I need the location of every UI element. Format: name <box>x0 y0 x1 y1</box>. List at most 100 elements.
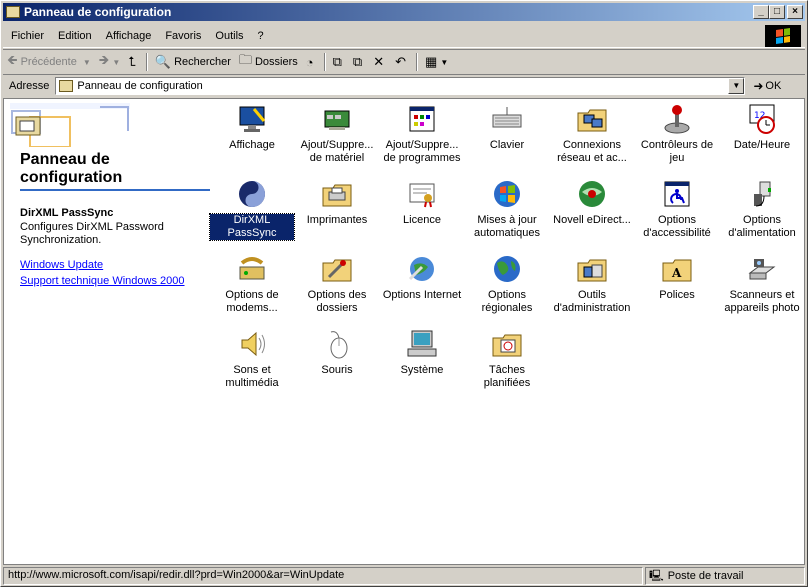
yinyang-icon <box>239 181 265 207</box>
control-panel-icon <box>6 6 20 18</box>
control-panel-item-label: Novell eDirect... <box>553 214 631 226</box>
content-area: Panneau de configuration DirXML PassSync… <box>3 98 805 565</box>
control-panel-item-label: Système <box>400 364 444 376</box>
support-link[interactable]: Support technique Windows 2000 <box>20 275 185 287</box>
folders-icon: 🗀 <box>238 52 252 67</box>
display-icon <box>239 106 266 132</box>
control-panel-item[interactable]: Imprimantes <box>295 174 379 227</box>
control-panel-item[interactable]: Sons et multimédia <box>210 324 294 390</box>
go-arrow-icon: ➜ <box>753 79 764 93</box>
control-panel-item-label: Affichage <box>229 139 275 151</box>
delete-button[interactable]: ✕ <box>369 51 391 73</box>
control-panel-item[interactable]: DirXML PassSync <box>209 174 295 241</box>
status-bar: http://www.microsoft.com/isapi/redir.dll… <box>3 567 805 585</box>
address-dropdown-icon[interactable]: ▼ <box>728 78 745 94</box>
minimize-button[interactable]: _ <box>753 5 769 19</box>
folders-button[interactable]: 🗀 Dossiers <box>235 51 302 73</box>
control-panel-item[interactable]: Mises à jour automatiques <box>465 174 549 240</box>
scanner-icon <box>748 259 776 280</box>
control-panel-item[interactable]: Scanneurs et appareils photo <box>720 249 804 315</box>
views-icon: ▦ <box>425 54 438 69</box>
control-panel-item[interactable]: Options des dossiers <box>295 249 379 315</box>
selected-item-name: DirXML PassSync <box>20 207 114 219</box>
control-panel-item-label: Sons et multimédia <box>225 364 279 389</box>
views-button[interactable]: ▦ ▼ <box>421 51 452 73</box>
modem-icon <box>239 257 265 280</box>
control-panel-item[interactable]: Souris <box>295 324 379 377</box>
panel-divider <box>20 189 210 191</box>
undo-button[interactable]: ↶ <box>391 51 413 73</box>
address-bar: Adresse Panneau de configuration ▼ ➜ OK <box>3 75 805 97</box>
back-button[interactable]: 🡸 Précédente ▼ <box>3 51 95 73</box>
menu-help[interactable]: ? <box>251 30 271 42</box>
up-folder-button[interactable]: ⮤ <box>124 51 143 73</box>
globe-icon <box>494 256 520 282</box>
forward-button[interactable]: 🡺 ▼ <box>95 51 124 73</box>
info-panel: Panneau de configuration DirXML PassSync… <box>4 99 210 564</box>
title-bar[interactable]: Panneau de configuration _ □ × <box>3 3 805 21</box>
control-panel-item[interactable]: 12 Date/Heure <box>720 99 804 152</box>
control-panel-item-label: Options de modems... <box>225 289 279 314</box>
address-label: Adresse <box>9 80 50 92</box>
forward-dropdown-icon: ▼ <box>112 57 121 67</box>
control-panel-item[interactable]: A Polices <box>635 249 719 302</box>
control-panel-item[interactable]: Licence <box>380 174 464 227</box>
panel-title: Panneau de configuration <box>20 151 123 186</box>
scheduled-tasks-icon <box>492 334 522 357</box>
toolbar-separator <box>323 53 326 71</box>
window-title: Panneau de configuration <box>24 5 172 19</box>
windows-update-link[interactable]: Windows Update <box>20 259 103 271</box>
menu-affichage[interactable]: Affichage <box>99 30 159 42</box>
control-panel-item[interactable]: Options Internet <box>380 249 464 302</box>
windows-logo-icon <box>765 25 801 47</box>
menu-outils[interactable]: Outils <box>208 30 250 42</box>
menu-edition[interactable]: Edition <box>51 30 99 42</box>
menu-favoris[interactable]: Favoris <box>158 30 208 42</box>
control-panel-item[interactable]: Clavier <box>465 99 549 152</box>
forward-arrow-icon: 🡺 <box>98 52 110 67</box>
power-icon <box>754 181 771 207</box>
network-icon <box>577 109 607 132</box>
control-panel-item-label: Options d'alimentation <box>728 214 796 239</box>
maximize-button[interactable]: □ <box>769 5 785 19</box>
control-panel-item[interactable]: Ajout/Suppre... de programmes <box>380 99 464 165</box>
svg-text:A: A <box>671 266 682 280</box>
clock-icon: 12 <box>749 104 775 134</box>
control-panel-item[interactable]: Options d'accessibilité <box>635 174 719 240</box>
copy-to-button[interactable]: ⧉ <box>349 51 369 73</box>
speaker-icon <box>241 331 265 357</box>
control-panel-item-label: Options Internet <box>382 289 462 301</box>
status-zone: 🖳 Poste de travail <box>645 567 805 585</box>
computer-icon: 🖳 <box>649 569 664 582</box>
folder-options-icon <box>322 259 352 282</box>
control-panel-item-label: Contrôleurs de jeu <box>640 139 714 164</box>
toolbar-separator <box>145 53 148 71</box>
control-panel-item[interactable]: Contrôleurs de jeu <box>635 99 719 165</box>
menu-bar: Fichier Edition Affichage Favoris Outils… <box>3 25 805 48</box>
search-button[interactable]: 🔍 Rechercher <box>151 51 235 73</box>
control-panel-item[interactable]: Connexions réseau et ac... <box>550 99 634 165</box>
control-panel-item[interactable]: Tâches planifiées <box>465 324 549 390</box>
move-to-button[interactable]: ⧉ <box>329 51 349 73</box>
control-panel-item[interactable]: Options de modems... <box>210 249 294 315</box>
copy-to-icon: ⧉ <box>352 54 363 69</box>
control-panel-item[interactable]: Options régionales <box>465 249 549 315</box>
history-button[interactable]: ◔ <box>302 51 321 73</box>
control-panel-item[interactable]: Ajout/Suppre... de matériel <box>295 99 379 165</box>
go-button[interactable]: ➜ OK <box>753 79 781 93</box>
address-field[interactable]: Panneau de configuration ▼ <box>55 77 746 95</box>
control-panel-item[interactable]: Novell eDirect... <box>550 174 634 227</box>
control-panel-item[interactable]: Affichage <box>210 99 294 152</box>
keyboard-icon <box>492 107 522 128</box>
menu-fichier[interactable]: Fichier <box>3 30 51 42</box>
control-panel-item[interactable]: Outils d'administration <box>550 249 634 315</box>
fonts-icon: A <box>662 259 692 282</box>
views-dropdown-icon: ▼ <box>440 57 449 67</box>
control-panel-item[interactable]: Système <box>380 324 464 377</box>
control-panel-item-label: Options des dossiers <box>307 289 367 314</box>
control-panel-item[interactable]: Options d'alimentation <box>720 174 804 240</box>
computer-icon <box>407 330 437 357</box>
back-dropdown-icon: ▼ <box>82 57 91 67</box>
control-panel-items: Affichage Ajout/Suppre... de matériel Ajou… <box>209 99 806 564</box>
close-button[interactable]: × <box>787 5 803 19</box>
